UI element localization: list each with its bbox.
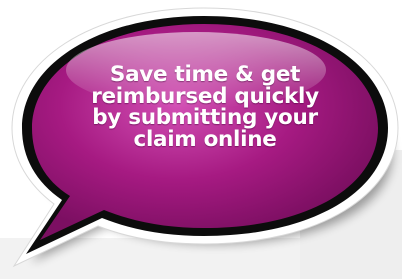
callout-line: Save time & get — [109, 62, 301, 87]
callout-line: reimbursed quickly — [91, 83, 319, 109]
callout-line: by submitting your — [92, 105, 318, 130]
callout-line: claim online — [133, 126, 277, 152]
callout-text: Save time & get reimbursed quickly by su… — [45, 64, 365, 150]
